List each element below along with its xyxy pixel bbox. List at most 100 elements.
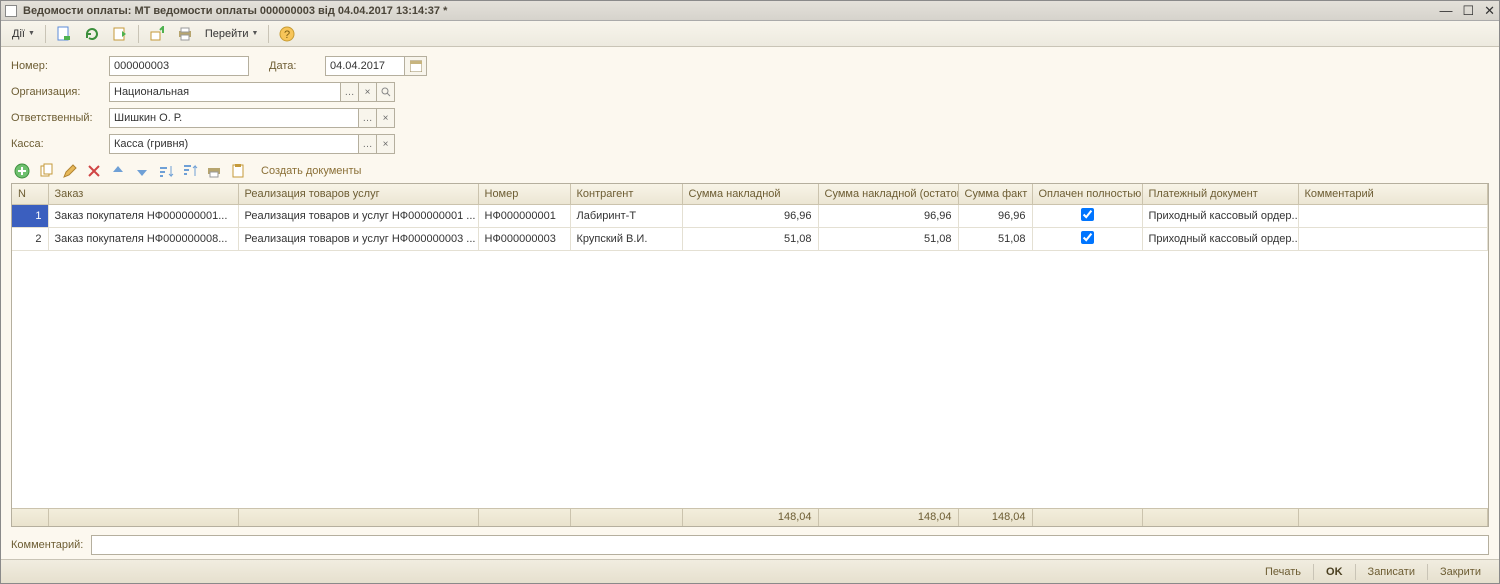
cell-sum-invoice[interactable]: 51,08 [682,227,818,250]
open-button[interactable] [377,82,395,102]
cell-order[interactable]: Заказ покупателя НФ000000001... [48,204,238,227]
cell-counterparty[interactable]: Крупский В.И. [570,227,682,250]
add-row-button[interactable] [11,161,33,181]
responsible-input[interactable] [109,108,359,128]
col-paid-full[interactable]: Оплачен полностью [1032,184,1142,204]
cell-pay-doc[interactable]: Приходный кассовый ордер... [1142,204,1298,227]
cell-realization[interactable]: Реализация товаров и услуг НФ000000001 .… [238,204,478,227]
ok-button[interactable]: OK [1316,564,1353,580]
bottom-bar: Печать OK Записати Закрити [1,559,1499,583]
calendar-icon [410,60,422,72]
select-button[interactable]: … [359,134,377,154]
cash-label: Касса: [11,138,103,150]
move-down-button[interactable] [131,161,153,181]
table-row[interactable]: 1Заказ покупателя НФ000000001...Реализац… [12,204,1488,227]
new-doc-button[interactable] [51,23,77,45]
refresh-button[interactable] [79,23,105,45]
table-row[interactable]: 2Заказ покупателя НФ000000008...Реализац… [12,227,1488,250]
col-sum-invoice[interactable]: Сумма накладной [682,184,818,204]
table-header: N Заказ Реализация товаров услуг Номер К… [12,184,1488,251]
script-icon [112,26,128,42]
col-sum-fact[interactable]: Сумма факт [958,184,1032,204]
move-up-button[interactable] [107,161,129,181]
date-label: Дата: [269,60,319,72]
refresh-icon [84,26,100,42]
cell-comment[interactable] [1298,227,1488,250]
cell-counterparty[interactable]: Лабиринт-Т [570,204,682,227]
col-order[interactable]: Заказ [48,184,238,204]
comment-label: Комментарий: [11,539,83,551]
cell-n[interactable]: 2 [12,227,48,250]
cell-sum-rest[interactable]: 96,96 [818,204,958,227]
cell-number[interactable]: НФ000000003 [478,227,570,250]
close-button[interactable]: ✕ [1484,4,1495,17]
structure-button[interactable] [144,23,170,45]
cell-pay-doc[interactable]: Приходный кассовый ордер... [1142,227,1298,250]
clear-button[interactable]: × [359,82,377,102]
cell-sum-rest[interactable]: 51,08 [818,227,958,250]
col-pay-doc[interactable]: Платежный документ [1142,184,1298,204]
cell-realization[interactable]: Реализация товаров и услуг НФ000000003 .… [238,227,478,250]
print-button-icon[interactable] [172,23,198,45]
cell-sum-invoice[interactable]: 96,96 [682,204,818,227]
cell-paid[interactable] [1032,227,1142,250]
actions-menu[interactable]: Дії ▼ [7,23,40,45]
cell-sum-fact[interactable]: 96,96 [958,204,1032,227]
col-number[interactable]: Номер [478,184,570,204]
organization-input[interactable] [109,82,341,102]
print-button[interactable]: Печать [1255,564,1311,580]
cell-sum-fact[interactable]: 51,08 [958,227,1032,250]
cell-comment[interactable] [1298,204,1488,227]
cell-number[interactable]: НФ000000001 [478,204,570,227]
copy-icon [38,163,54,179]
date-input[interactable] [325,56,405,76]
cell-order[interactable]: Заказ покупателя НФ000000008... [48,227,238,250]
select-button[interactable]: … [359,108,377,128]
total-sum-rest: 148,04 [818,508,958,526]
delete-row-button[interactable] [83,161,105,181]
cash-input[interactable] [109,134,359,154]
separator [1313,564,1314,580]
goto-label: Перейти [205,28,249,40]
copy-row-button[interactable] [35,161,57,181]
paid-checkbox[interactable] [1081,231,1094,244]
col-n[interactable]: N [12,184,48,204]
col-sum-rest[interactable]: Сумма накладной (остаток) [818,184,958,204]
print-table-button[interactable] [203,161,225,181]
cell-n[interactable]: 1 [12,204,48,227]
minimize-button[interactable]: — [1439,4,1452,17]
paid-checkbox[interactable] [1081,208,1094,221]
sort-asc-button[interactable] [155,161,177,181]
export-icon [149,26,165,42]
col-comment[interactable]: Комментарий [1298,184,1488,204]
col-counterparty[interactable]: Контрагент [570,184,682,204]
arrow-down-icon [134,163,150,179]
clear-button[interactable]: × [377,108,395,128]
arrow-up-icon [110,163,126,179]
help-button[interactable]: ? [274,23,300,45]
cell-paid[interactable] [1032,204,1142,227]
maximize-button[interactable]: ☐ [1462,4,1474,17]
post-doc-button[interactable] [107,23,133,45]
col-realization[interactable]: Реализация товаров услуг [238,184,478,204]
actions-label: Дії [12,28,25,40]
close-form-button[interactable]: Закрити [1430,564,1491,580]
create-documents-button[interactable]: Создать документы [261,165,361,177]
clear-button[interactable]: × [377,134,395,154]
number-input[interactable] [109,56,249,76]
delete-icon [86,163,102,179]
comment-input[interactable] [91,535,1489,555]
save-button[interactable]: Записати [1358,564,1425,580]
goto-menu[interactable]: Перейти ▼ [200,23,264,45]
chevron-down-icon: ▼ [28,30,35,37]
magnifier-icon [381,87,391,97]
clipboard-button[interactable] [227,161,249,181]
sort-desc-button[interactable] [179,161,201,181]
document-icon [5,5,17,17]
table-empty-area[interactable] [12,251,1488,508]
table-footer: 148,04 148,04 148,04 [12,508,1488,527]
select-button[interactable]: … [341,82,359,102]
calendar-button[interactable] [405,56,427,76]
title-bar: Ведомости оплаты: МТ ведомости оплаты 00… [1,1,1499,21]
edit-row-button[interactable] [59,161,81,181]
